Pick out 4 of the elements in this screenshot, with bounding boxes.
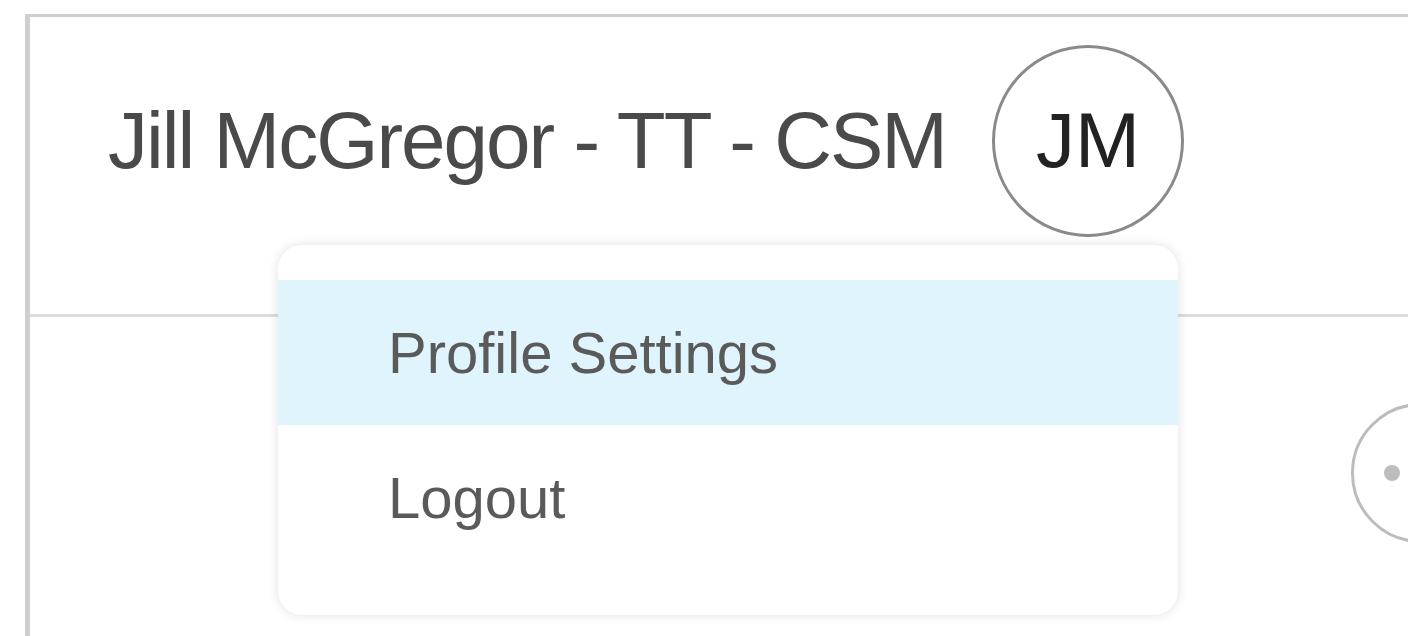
avatar-button[interactable]: JM	[992, 44, 1184, 237]
user-name: Jill McGregor - TT - CSM	[108, 94, 946, 187]
menu-item[interactable]: Profile Settings	[278, 280, 1178, 425]
menu-item[interactable]: Logout	[278, 425, 1178, 570]
